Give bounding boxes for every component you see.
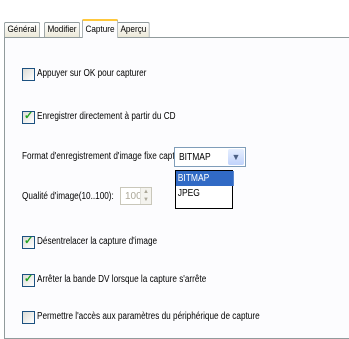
deinterlace-checkbox[interactable]: ✓ [22,235,35,249]
format-option-jpeg[interactable]: JPEG [176,186,224,201]
tab-capture-label: Capture [85,24,115,35]
chevron-down-icon[interactable]: ▼ [228,149,244,165]
format-dropdown-list: BITMAP JPEG [175,170,234,209]
tab-general[interactable]: Général [4,22,40,37]
tab-apercu[interactable]: Aperçu [117,22,150,37]
deinterlace-label: Désentrelacer la capture d'image [37,236,158,247]
tab-modifier-label: Modifier [47,24,77,35]
check-icon: ✓ [24,235,34,247]
tab-apercu-label: Aperçu [120,24,147,35]
quality-label: Qualité d'image(10..100): [22,191,114,202]
format-select-value: BITMAP [179,152,211,163]
quality-spinner[interactable]: 100 ▲ ▼ [120,187,152,205]
save-from-cd-label: Enregistrer directement à partir du CD [37,111,176,122]
format-select[interactable]: BITMAP ▼ [174,147,246,167]
device-params-checkbox[interactable] [22,311,35,324]
save-from-cd-checkbox[interactable]: ✓ [22,110,35,124]
check-icon: ✓ [24,110,34,122]
stop-dv-tape-checkbox[interactable]: ✓ [22,273,35,287]
ok-capture-label: Appuyer sur OK pour capturer [37,68,147,79]
tab-general-label: Général [7,24,37,35]
ok-capture-checkbox[interactable] [22,68,35,81]
format-label: Format d'enregistrement d'image fixe cap… [22,151,194,162]
device-params-label: Permettre l'accès aux paramètres du péri… [37,311,260,322]
tab-strip: Général Modifier Capture Aperçu [4,18,344,38]
check-icon: ✓ [24,273,34,285]
format-option-bitmap[interactable]: BITMAP [176,171,234,186]
tab-capture[interactable]: Capture [82,19,118,38]
spin-arrows-icon[interactable]: ▲ ▼ [140,188,151,204]
tab-modifier[interactable]: Modifier [44,22,80,37]
stop-dv-tape-label: Arrêter la bande DV lorsque la capture s… [37,274,207,285]
